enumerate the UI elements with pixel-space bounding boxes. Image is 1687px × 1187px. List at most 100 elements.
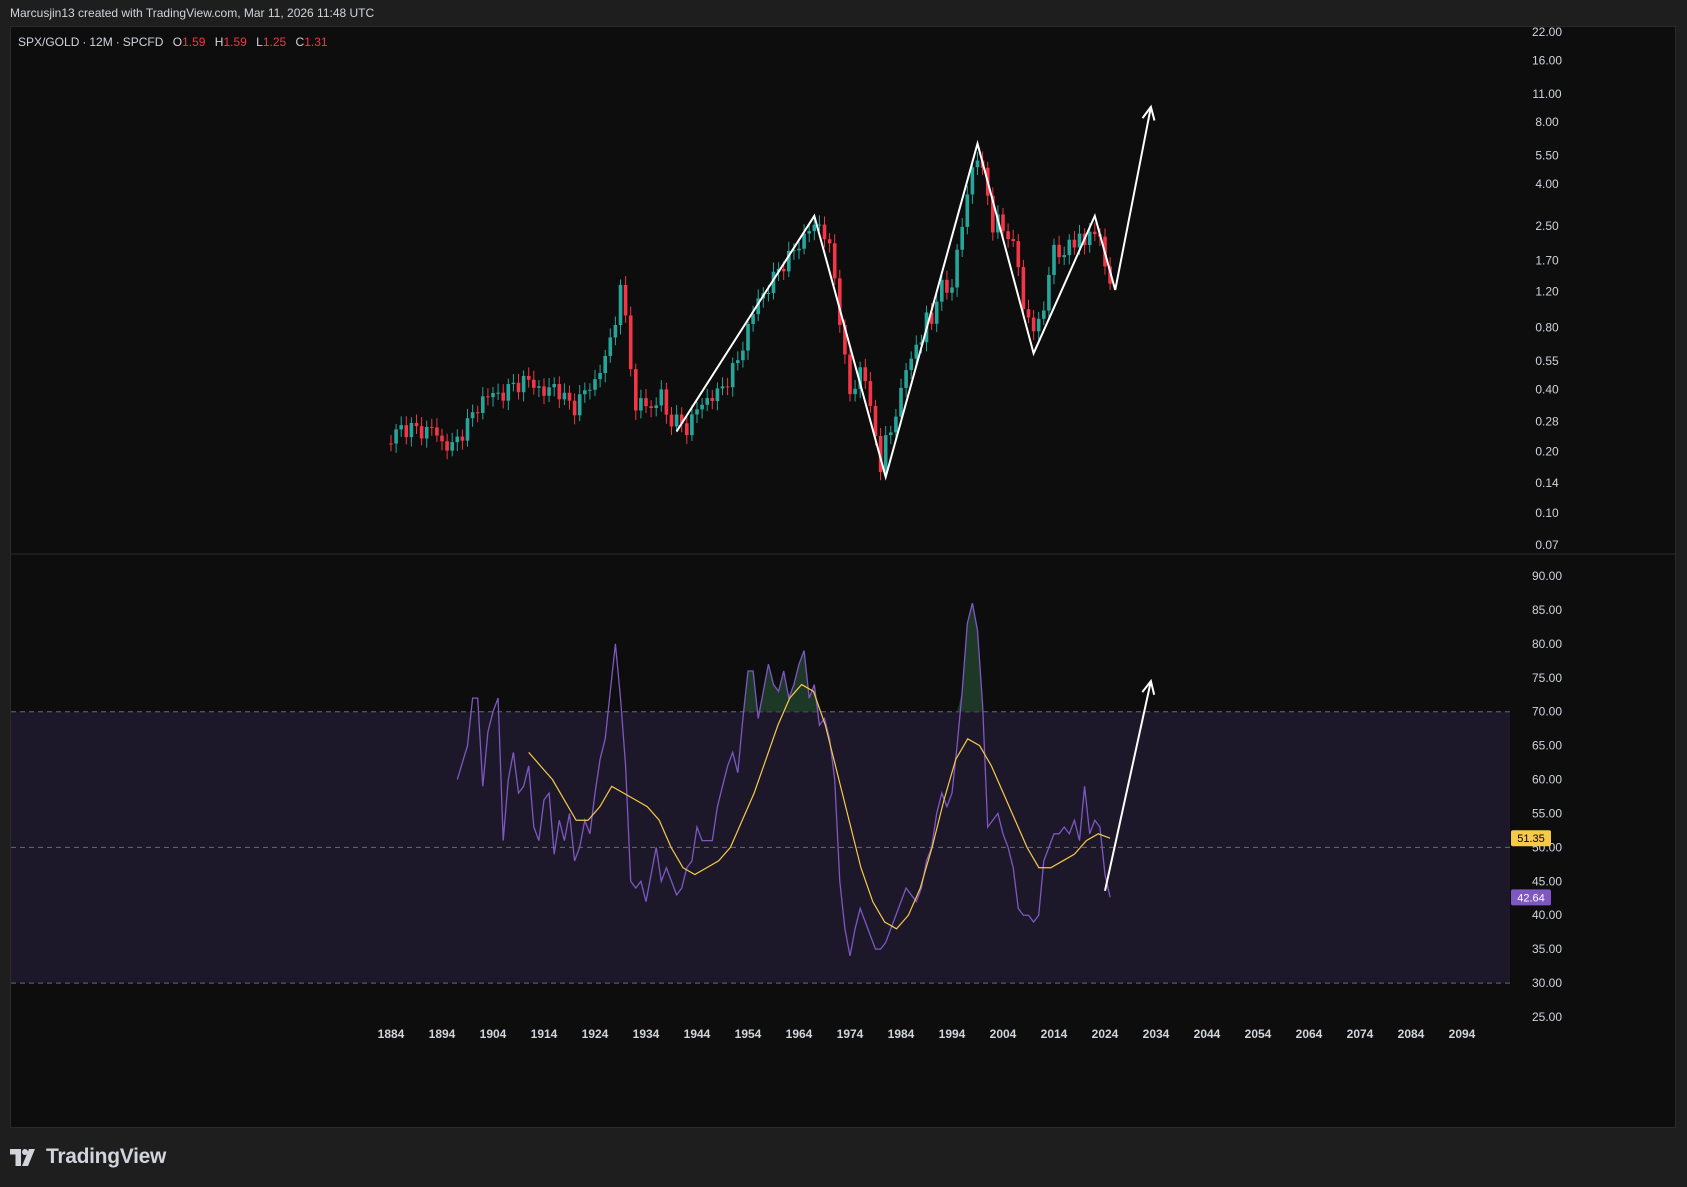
price-axis-tick-label: 22.00 [1532, 25, 1562, 39]
candle-up [598, 372, 602, 380]
candle-down [419, 426, 424, 439]
time-axis-tick-label: 1934 [633, 1027, 660, 1041]
time-axis-tick-label: 2094 [1449, 1027, 1476, 1041]
candle-down [440, 435, 444, 442]
time-axis-tick-label: 1904 [480, 1027, 507, 1041]
candle-down [634, 369, 638, 411]
candle-up [603, 355, 607, 373]
time-axis-tick-label: 2014 [1041, 1027, 1068, 1041]
candle-up [730, 363, 735, 388]
time-axis-tick-label: 2084 [1398, 1027, 1425, 1041]
candle-up [424, 426, 429, 439]
candle-down [644, 398, 648, 407]
candle-up [1087, 231, 1092, 246]
time-axis-tick-label: 2054 [1245, 1027, 1272, 1041]
time-axis-tick-label: 1894 [429, 1027, 456, 1041]
candle-up [940, 279, 944, 302]
candle-up [562, 392, 567, 400]
candle-down [1057, 244, 1061, 258]
candle-up [720, 386, 725, 389]
candle-up [889, 432, 893, 436]
candle-down [725, 386, 730, 388]
candle-up [955, 249, 959, 288]
price-axis-tick-label: 11.00 [1532, 87, 1561, 101]
legend-high-value: 1.59 [223, 35, 247, 49]
candle-up [812, 224, 817, 232]
time-axis-tick-label: 1964 [786, 1027, 813, 1041]
candle-up [450, 442, 454, 451]
candle-up [797, 248, 801, 251]
candle-down [460, 436, 465, 441]
candle-down [848, 354, 852, 395]
candle-up [899, 387, 903, 417]
rsi-axis-tick-label: 85.00 [1532, 603, 1562, 617]
candle-up [577, 394, 582, 416]
candle-down [445, 441, 449, 451]
candle-up [674, 414, 679, 427]
legend-symbol[interactable]: SPX/GOLD [18, 35, 79, 49]
time-axis-tick-label: 2024 [1092, 1027, 1119, 1041]
candle-down [781, 268, 786, 272]
rsi-axis-tick-label: 25.00 [1532, 1010, 1562, 1024]
candle-up [934, 301, 939, 324]
candle-up [481, 396, 485, 413]
candle-up [950, 287, 954, 293]
candle-up [904, 370, 908, 388]
time-axis-tick-label: 2074 [1347, 1027, 1374, 1041]
candle-down [1016, 241, 1021, 268]
price-axis-tick-label: 0.07 [1535, 538, 1559, 552]
legend-open-label: O [172, 35, 183, 49]
candle-up [751, 314, 755, 324]
candle-up [894, 416, 898, 433]
time-axis-tick-label: 1914 [531, 1027, 558, 1041]
time-axis-tick-label: 1974 [837, 1027, 864, 1041]
candle-down [1093, 231, 1097, 235]
rsi-axis-tick-label: 90.00 [1532, 569, 1562, 583]
candle-up [965, 194, 970, 227]
candle-up [552, 384, 556, 388]
candle-down [501, 392, 505, 401]
candle-up [1062, 255, 1066, 258]
candle-up [491, 392, 495, 398]
footer-logo[interactable]: TradingView [10, 1145, 166, 1169]
candle-up [960, 226, 964, 250]
price-axis-tick-label: 0.40 [1535, 383, 1559, 397]
rsi-axis-tick-label: 40.00 [1532, 908, 1562, 922]
candle-up [506, 384, 511, 401]
candle-up [766, 293, 771, 295]
legend-low-value: 1.25 [262, 35, 287, 49]
candle-up [537, 386, 541, 388]
price-axis-tick-label: 0.55 [1535, 354, 1559, 368]
candle-up [802, 233, 806, 249]
candle-down [435, 427, 439, 436]
candle-down [827, 239, 832, 244]
candle-up [909, 358, 913, 371]
time-axis-tick-label: 1924 [582, 1027, 609, 1041]
legend-close-label: C [295, 35, 305, 49]
candle-up [741, 350, 745, 361]
legend-separator: · [82, 35, 87, 49]
candle-up [588, 389, 592, 391]
candle-down [516, 382, 521, 393]
candle-up [654, 405, 658, 409]
candle-up [399, 425, 403, 430]
candle-down [430, 426, 434, 428]
candle-up [1042, 310, 1046, 319]
rsi-axis-tick-label: 35.00 [1532, 942, 1562, 956]
chart-svg[interactable]: 22.00 16.00 11.00 8.00 5.50 4.00 2.50 1.70 1.20 0… [0, 0, 1687, 1187]
candle-down [1031, 317, 1036, 332]
candle-down [389, 443, 393, 445]
candle-up [639, 398, 643, 411]
candle-up [975, 160, 980, 168]
candle-up [736, 360, 740, 364]
price-axis-tick-label: 0.80 [1535, 321, 1559, 335]
candle-down [1026, 309, 1031, 318]
candle-down [669, 414, 674, 427]
candle-up [496, 392, 500, 394]
time-axis-tick-label: 1944 [684, 1027, 711, 1041]
candle-down [557, 384, 562, 400]
candle-up [547, 387, 551, 396]
candle-down [649, 406, 653, 409]
candle-down [532, 379, 536, 388]
candle-down [1021, 267, 1026, 310]
